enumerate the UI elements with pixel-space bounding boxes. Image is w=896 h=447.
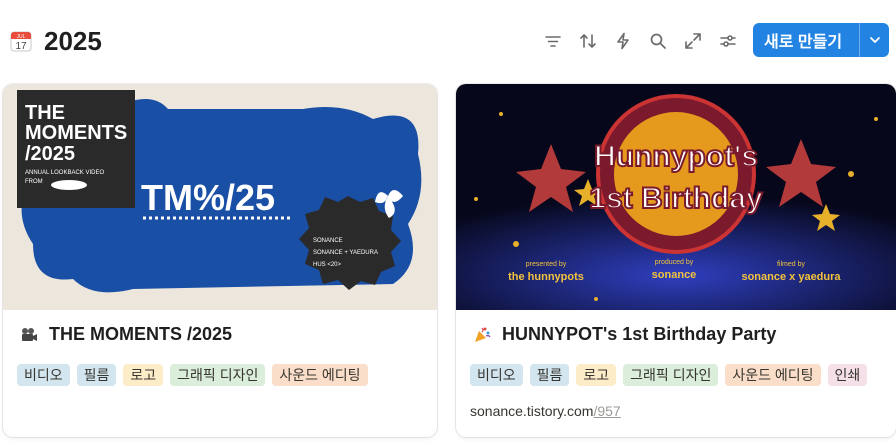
new-button-label: 새로 만들기 [764, 34, 843, 51]
search-icon[interactable] [647, 30, 669, 52]
svg-text:JUL: JUL [17, 34, 26, 40]
svg-text:presented by: presented by [526, 261, 567, 268]
expand-icon[interactable] [682, 30, 704, 52]
chevron-down-icon[interactable] [860, 33, 889, 47]
card-url-link[interactable]: sonance.tistory.com/957 [470, 403, 621, 419]
svg-text:TM%/25: TM%/25 [141, 177, 275, 218]
svg-text:MOMENTS: MOMENTS [25, 122, 127, 144]
svg-text:sonance x yaedura: sonance x yaedura [741, 271, 841, 283]
movie-camera-icon [19, 325, 39, 345]
tag: 필름 [529, 364, 570, 386]
svg-text:the hunnypots: the hunnypots [508, 271, 584, 283]
svg-text:Hunnypot's: Hunnypot's [594, 140, 758, 173]
svg-text:THE: THE [25, 102, 65, 124]
card-cover-image: Hunnypot's 1st Birthday presented by the… [456, 84, 896, 310]
svg-text:FROM: FROM [25, 179, 43, 185]
card-title[interactable]: THE MOMENTS /2025 [19, 324, 232, 345]
tag: 로고 [123, 364, 164, 386]
url-path: /957 [593, 403, 621, 419]
url-domain: sonance.tistory.com [470, 403, 594, 419]
card-cover-image: THE MOMENTS /2025 ANNUAL LOOKBACK VIDEO … [3, 84, 437, 310]
page-title: 2025 [44, 26, 102, 56]
tag-list: 비디오 필름 로고 그래픽 디자인 사운드 에디팅 인쇄 [470, 364, 868, 386]
svg-text:/2025: /2025 [25, 143, 75, 165]
tag: 그래픽 디자인 [170, 364, 266, 386]
gallery-card[interactable]: Hunnypot's 1st Birthday presented by the… [456, 84, 896, 437]
svg-text:HUS <20>: HUS <20> [313, 262, 342, 268]
svg-text:SONANCE: SONANCE [313, 238, 343, 244]
sort-icon[interactable] [577, 30, 599, 52]
svg-text:SONANCE + YAEDURA: SONANCE + YAEDURA [313, 250, 378, 256]
tag: 그래픽 디자인 [623, 364, 719, 386]
svg-text:17: 17 [15, 41, 27, 52]
tag: 사운드 에디팅 [272, 364, 368, 386]
settings-icon[interactable] [717, 30, 739, 52]
gallery-card[interactable]: THE MOMENTS /2025 ANNUAL LOOKBACK VIDEO … [3, 84, 437, 437]
tag-list: 비디오 필름 로고 그래픽 디자인 사운드 에디팅 [17, 364, 368, 386]
card-title-text: HUNNYPOT's 1st Birthday Party [502, 324, 777, 344]
svg-text:sonance: sonance [652, 269, 697, 281]
tag: 필름 [76, 364, 117, 386]
tag: 사운드 에디팅 [725, 364, 821, 386]
tag: 비디오 [17, 364, 70, 386]
filter-icon[interactable] [542, 30, 564, 52]
tag: 비디오 [470, 364, 523, 386]
svg-text:produced by: produced by [655, 259, 694, 266]
page-header: JUL 17 2025 새로 만들기 [0, 0, 896, 84]
svg-text:1st Birthday: 1st Birthday [589, 182, 763, 215]
calendar-icon: JUL 17 [10, 30, 32, 52]
card-title[interactable]: HUNNYPOT's 1st Birthday Party [472, 324, 776, 345]
tag: 인쇄 [827, 364, 868, 386]
svg-text:filmed by: filmed by [777, 261, 806, 268]
automation-icon[interactable] [612, 30, 634, 52]
svg-text:ANNUAL LOOKBACK VIDEO: ANNUAL LOOKBACK VIDEO [25, 170, 104, 176]
card-title-text: THE MOMENTS /2025 [49, 324, 233, 344]
party-popper-icon [472, 325, 492, 345]
tag: 로고 [576, 364, 617, 386]
new-button[interactable]: 새로 만들기 [753, 23, 889, 57]
